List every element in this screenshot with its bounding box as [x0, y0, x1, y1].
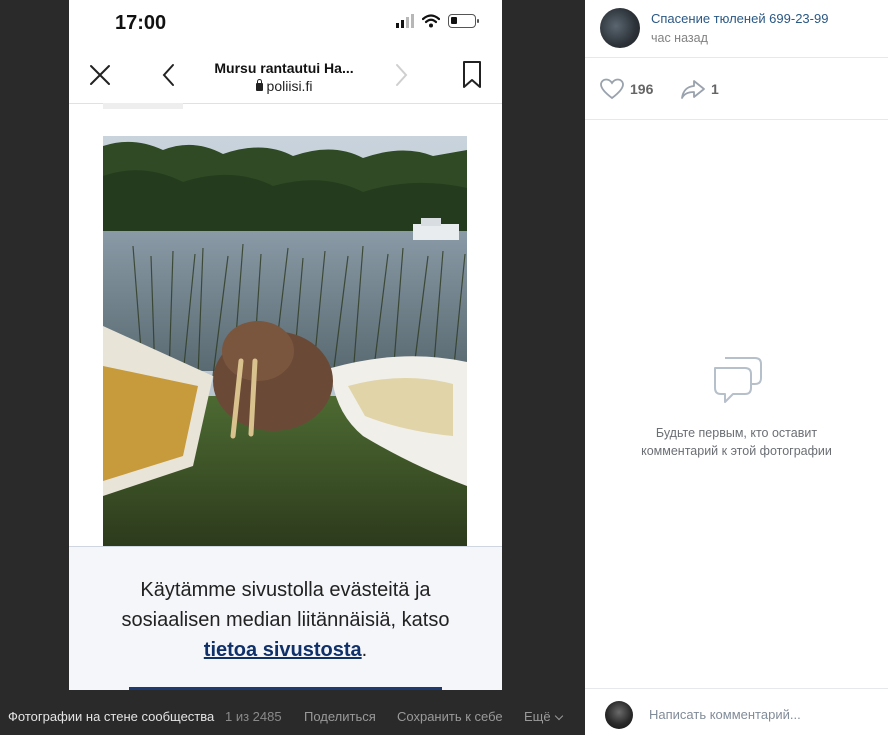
share-count[interactable]: 1 [711, 81, 719, 97]
browser-page-title: Mursu rantautui Ha... [214, 60, 354, 76]
community-name-link[interactable]: Спасение тюленей 699-23-99 [651, 11, 828, 26]
forward-chevron-icon [396, 64, 408, 86]
share-button[interactable]: Поделиться [304, 709, 376, 724]
post-time[interactable]: час назад [651, 31, 708, 45]
photo-counter: 1 из 2485 [225, 709, 282, 724]
heart-icon[interactable] [599, 78, 625, 100]
chevron-down-icon [554, 711, 563, 721]
cookie-text: Käytämme sivustolla evästeitä ja sosiaal… [99, 575, 472, 665]
signal-icon [396, 14, 414, 28]
comment-composer: Написать комментарий... [585, 688, 888, 735]
no-comments: Будьте первым, кто оставит комментарий к… [585, 350, 888, 460]
close-icon [90, 65, 110, 85]
walrus-photo [103, 136, 467, 548]
photo-info-panel: Спасение тюленей 699-23-99 час назад 196… [585, 0, 888, 735]
back-chevron-icon [162, 64, 174, 86]
phone-status-bar: 17:00 [69, 0, 502, 48]
comment-input[interactable]: Написать комментарий... [649, 707, 801, 722]
no-comments-text: Будьте первым, кто оставит комментарий к… [641, 426, 832, 458]
save-button[interactable]: Сохранить к себе [397, 709, 503, 724]
more-label: Ещё [524, 709, 551, 724]
post-actions: 196 1 [585, 58, 888, 120]
cookie-link: tietoa sivustosta [203, 639, 362, 661]
battery-icon [448, 14, 479, 28]
like-count[interactable]: 196 [630, 81, 653, 97]
community-avatar[interactable] [600, 8, 640, 48]
cookie-banner: Käytämme sivustolla evästeitä ja sosiaal… [69, 546, 502, 690]
cookie-message: Käytämme sivustolla evästeitä ja sosiaal… [121, 579, 450, 631]
wifi-icon [422, 14, 440, 28]
cookie-accept-button-edge [129, 687, 442, 690]
browser-url-text: poliisi.fi [266, 78, 313, 94]
cookie-period: . [361, 639, 368, 661]
share-arrow-icon[interactable] [680, 78, 706, 100]
more-button[interactable]: Ещё [524, 709, 563, 724]
bookmark-icon [463, 61, 481, 88]
screenshot-phone: 17:00 Mursu rantautui Ha... poliisi.fi K… [69, 0, 502, 690]
album-link[interactable]: Фотографии на стене сообщества [8, 709, 214, 724]
article-placeholder [103, 103, 183, 109]
comments-icon [713, 357, 762, 403]
status-time: 17:00 [115, 12, 167, 34]
browser-bar: Mursu rantautui Ha... poliisi.fi [69, 48, 502, 104]
status-icons [396, 14, 479, 28]
post-author: Спасение тюленей 699-23-99 час назад [585, 0, 888, 58]
viewer-bottom-bar: Фотографии на стене сообщества 1 из 2485… [0, 697, 585, 735]
lock-icon [255, 79, 263, 91]
user-avatar [605, 701, 633, 729]
photo-viewer: 17:00 Mursu rantautui Ha... poliisi.fi K… [0, 0, 585, 735]
browser-url: poliisi.fi [199, 78, 369, 94]
